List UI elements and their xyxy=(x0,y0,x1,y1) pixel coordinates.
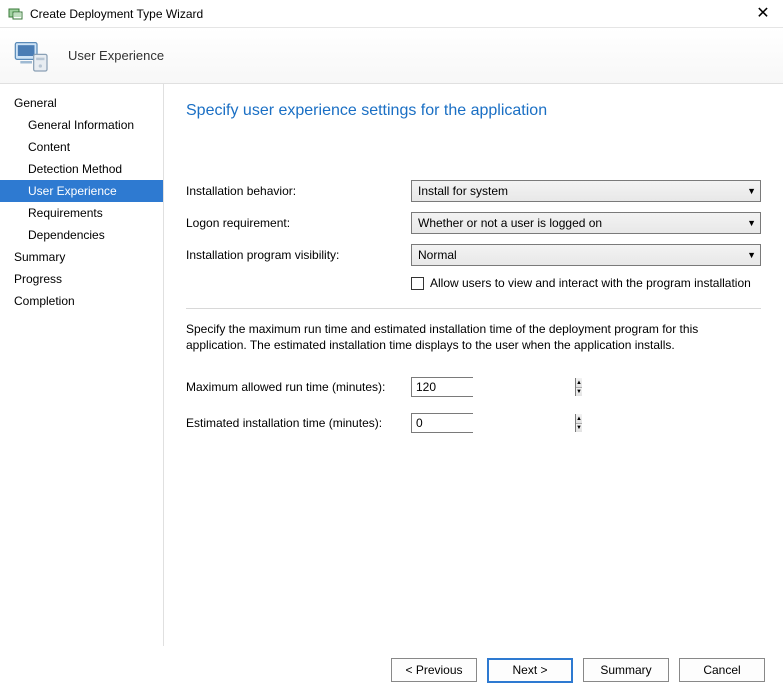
sidebar-item-content[interactable]: Content xyxy=(0,136,163,158)
sidebar-item-user-experience[interactable]: User Experience xyxy=(0,180,163,202)
allow-interact-label: Allow users to view and interact with th… xyxy=(430,276,751,290)
max-runtime-spinner[interactable]: ▲ ▼ xyxy=(411,377,473,397)
sidebar-item-general[interactable]: General xyxy=(0,92,163,114)
chevron-down-icon: ▼ xyxy=(747,186,756,196)
titlebar-left: Create Deployment Type Wizard xyxy=(8,6,203,22)
header-title: User Experience xyxy=(68,48,164,63)
spinner-up-icon[interactable]: ▲ xyxy=(576,414,582,424)
wizard-header: User Experience xyxy=(0,28,783,84)
max-runtime-stepper: ▲ ▼ xyxy=(575,378,582,396)
page-heading: Specify user experience settings for the… xyxy=(186,102,761,120)
est-time-stepper: ▲ ▼ xyxy=(575,414,582,432)
app-icon xyxy=(8,6,24,22)
sidebar-item-dependencies[interactable]: Dependencies xyxy=(0,224,163,246)
wizard-footer: < Previous Next > Summary Cancel xyxy=(0,646,783,694)
sidebar-item-completion[interactable]: Completion xyxy=(0,290,163,312)
sidebar-item-general-information[interactable]: General Information xyxy=(0,114,163,136)
content-panel: Specify user experience settings for the… xyxy=(164,84,783,646)
install-behavior-row: Installation behavior: Install for syste… xyxy=(186,180,761,202)
titlebar: Create Deployment Type Wizard ✕ xyxy=(0,0,783,28)
chevron-down-icon: ▼ xyxy=(747,250,756,260)
visibility-select[interactable]: Normal ▼ xyxy=(411,244,761,266)
previous-button[interactable]: < Previous xyxy=(391,658,477,682)
spinner-down-icon[interactable]: ▼ xyxy=(576,424,582,433)
next-button[interactable]: Next > xyxy=(487,658,573,683)
sidebar: General General Information Content Dete… xyxy=(0,84,164,646)
max-runtime-input[interactable] xyxy=(412,378,575,396)
sidebar-item-detection-method[interactable]: Detection Method xyxy=(0,158,163,180)
visibility-label: Installation program visibility: xyxy=(186,248,411,262)
sidebar-item-summary[interactable]: Summary xyxy=(0,246,163,268)
logon-requirement-value: Whether or not a user is logged on xyxy=(418,216,602,230)
visibility-row: Installation program visibility: Normal … xyxy=(186,244,761,266)
install-behavior-select[interactable]: Install for system ▼ xyxy=(411,180,761,202)
description-text: Specify the maximum run time and estimat… xyxy=(186,321,761,353)
logon-requirement-label: Logon requirement: xyxy=(186,216,411,230)
logon-requirement-row: Logon requirement: Whether or not a user… xyxy=(186,212,761,234)
logon-requirement-select[interactable]: Whether or not a user is logged on ▼ xyxy=(411,212,761,234)
window-title: Create Deployment Type Wizard xyxy=(30,7,203,21)
sidebar-item-progress[interactable]: Progress xyxy=(0,268,163,290)
divider xyxy=(186,308,761,309)
est-time-input[interactable] xyxy=(412,414,575,432)
spinner-down-icon[interactable]: ▼ xyxy=(576,388,582,397)
allow-interact-row: Allow users to view and interact with th… xyxy=(411,276,761,290)
summary-button[interactable]: Summary xyxy=(583,658,669,682)
computer-icon xyxy=(12,36,52,76)
max-runtime-label: Maximum allowed run time (minutes): xyxy=(186,380,411,394)
sidebar-item-requirements[interactable]: Requirements xyxy=(0,202,163,224)
allow-interact-checkbox[interactable] xyxy=(411,277,424,290)
spinner-up-icon[interactable]: ▲ xyxy=(576,378,582,388)
est-time-row: Estimated installation time (minutes): ▲… xyxy=(186,413,761,433)
max-runtime-row: Maximum allowed run time (minutes): ▲ ▼ xyxy=(186,377,761,397)
est-time-spinner[interactable]: ▲ ▼ xyxy=(411,413,473,433)
cancel-button[interactable]: Cancel xyxy=(679,658,765,682)
chevron-down-icon: ▼ xyxy=(747,218,756,228)
wizard-body: General General Information Content Dete… xyxy=(0,84,783,646)
install-behavior-value: Install for system xyxy=(418,184,508,198)
install-behavior-label: Installation behavior: xyxy=(186,184,411,198)
close-button[interactable]: ✕ xyxy=(751,6,775,22)
est-time-label: Estimated installation time (minutes): xyxy=(186,416,411,430)
visibility-value: Normal xyxy=(418,248,457,262)
